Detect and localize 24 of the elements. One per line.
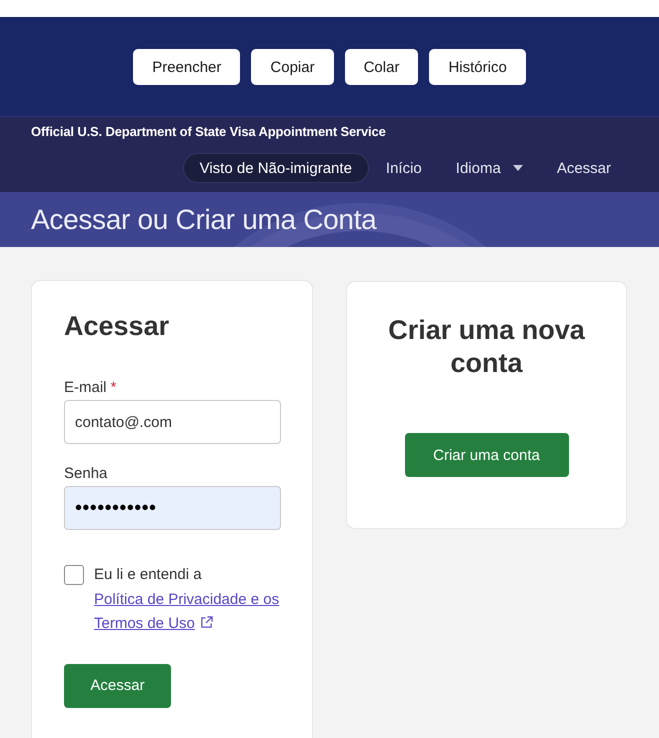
site-title: Official U.S. Department of State Visa Appointment Service [31,124,386,140]
caret-icon [512,165,523,171]
signup-heading: Criar uma nova conta [387,314,586,380]
nav-link[interactable]: Visto de Não-imigrante [182,153,369,183]
toolbar-button[interactable]: Histórico [429,49,526,85]
toolbar-button[interactable]: Colar [344,49,418,85]
email-field[interactable]: contato@.com [64,400,281,444]
consent-text: Eu li e entendi a Política de Privacidade e os Termos de Uso [94,563,280,636]
toolbar-button[interactable]: Preencher [133,49,240,85]
login-heading: Acessar [64,310,170,343]
toolbar-button[interactable]: Copiar [251,49,334,85]
page-title: Acessar ou Criar uma Conta [31,203,376,237]
privacy-terms-link[interactable]: Política de Privacidade e os Termos de Uso [94,588,280,636]
field-label: Senha [64,464,108,482]
password-field[interactable]: ••••••••••• [64,486,281,530]
required-asterisk: * [110,378,116,396]
field-label: E-mail [64,378,107,396]
create-account-button[interactable]: Criar uma conta [404,433,568,477]
nav-link[interactable]: Acessar [540,153,628,183]
external-link-icon [200,616,213,629]
login-button[interactable]: Acessar [64,664,171,708]
nav-link[interactable]: Idioma [438,153,540,183]
consent-checkbox[interactable] [64,565,84,585]
nav-link[interactable]: Início [368,153,439,183]
